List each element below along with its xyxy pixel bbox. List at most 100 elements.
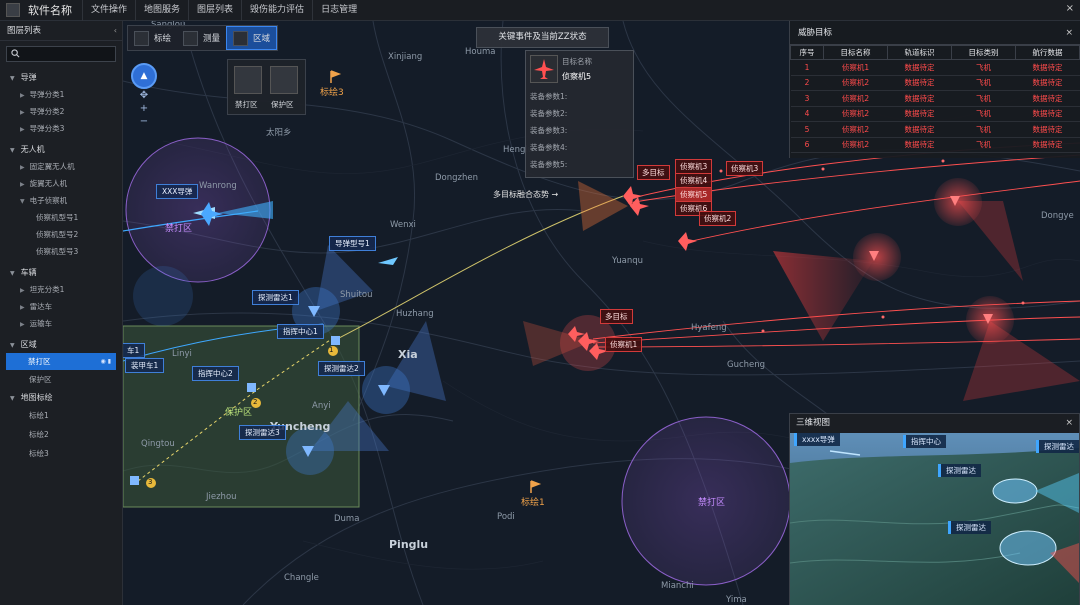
column-header[interactable]: 目标名称 — [823, 45, 888, 60]
group-zone[interactable]: ▼ 区域 — [0, 336, 122, 353]
group-uav[interactable]: ▼ 无人机 — [0, 141, 122, 158]
menu-damage-eval[interactable]: 毁伤能力评估 — [241, 0, 312, 21]
column-header[interactable]: 轨道标识 — [887, 45, 952, 60]
table-row[interactable]: 4 侦察机2 数据待定 飞机 数据待定 — [790, 106, 1080, 122]
tree-item[interactable]: 标绘2 — [0, 425, 122, 444]
pan-icon[interactable]: ✥ — [131, 89, 157, 102]
marker-3-label[interactable]: 标绘3 — [320, 85, 344, 98]
app-name: 软件名称 — [28, 4, 72, 17]
sidebar-title: 图层列表 — [7, 26, 42, 36]
recon-tag-selected[interactable]: 侦察机5 — [675, 187, 713, 202]
missile-tag[interactable]: XXX导弹 — [156, 184, 199, 199]
protect-zone-option[interactable] — [270, 66, 298, 94]
measure-tool-button[interactable]: 测量 — [177, 26, 226, 50]
compass-icon[interactable]: ▲ — [131, 63, 157, 89]
group-missile[interactable]: ▼ 导弹 — [0, 69, 122, 86]
close-icon[interactable]: × — [1065, 414, 1073, 432]
waypoint-number: 1 — [329, 346, 334, 354]
tree-item-protect[interactable]: 保护区 — [0, 370, 122, 389]
table-row[interactable]: 3 侦察机2 数据待定 飞机 数据待定 — [790, 90, 1080, 107]
close-icon[interactable]: × — [1065, 21, 1073, 45]
nofire-zone-option[interactable] — [234, 66, 262, 94]
tree-item[interactable]: ▼ 电子侦察机 — [0, 192, 122, 209]
layer-search-input[interactable] — [6, 46, 116, 62]
missile-tag[interactable]: 导弹型号1 — [329, 236, 376, 251]
place-name: Anyi — [312, 401, 331, 411]
column-header[interactable]: 序号 — [789, 45, 825, 60]
tree-item[interactable]: ▶ 坦克分类1 — [0, 281, 122, 298]
place-name: Qingtou — [141, 439, 175, 449]
visibility-delete-icons[interactable]: ◉ ▮ — [101, 353, 111, 370]
zoom-out-button[interactable]: − — [131, 115, 157, 128]
recon-tag[interactable]: 侦察机1 — [605, 337, 643, 352]
zoom-in-button[interactable]: + — [131, 102, 157, 115]
equipment-param: 装备参数3: — [530, 126, 568, 135]
table-row[interactable]: 2 侦察机2 数据待定 飞机 数据待定 — [790, 75, 1080, 91]
tree-item[interactable]: ▶ 运输车 — [0, 315, 122, 332]
column-header[interactable]: 目标类别 — [950, 45, 1016, 60]
command-tag[interactable]: 指挥中心1 — [277, 324, 324, 339]
menu-file[interactable]: 文件操作 — [82, 0, 135, 21]
radar-tag[interactable]: 探测雷达3 — [239, 425, 286, 440]
place-name: Huzhang — [396, 309, 434, 319]
tree-leaf[interactable]: 侦察机型号2 — [0, 226, 122, 243]
recon-tag[interactable]: 侦察机3 — [726, 161, 764, 176]
tree-item[interactable]: ▶ 导弹分类2 — [0, 103, 122, 120]
column-header[interactable]: 航行数据 — [1014, 45, 1080, 60]
vehicle-tag[interactable]: 车1 — [123, 343, 146, 358]
tree-leaf[interactable]: 侦察机型号3 — [0, 243, 122, 260]
tree-item[interactable]: ▶ 固定翼无人机 — [0, 158, 122, 175]
equipment-param: 装备参数5: — [530, 160, 568, 169]
tree-item[interactable]: 标绘1 — [0, 406, 122, 425]
radar-tag[interactable]: 探测雷达1 — [252, 290, 299, 305]
zone-tool-button[interactable]: 区域 — [226, 26, 278, 50]
place-name: Yima — [726, 595, 747, 605]
menu-log[interactable]: 日志管理 — [312, 0, 365, 21]
multi-target-fusion-label: 多目标融合态势 → — [493, 190, 559, 199]
vehicle-tag[interactable]: 装甲车1 — [125, 358, 165, 373]
tree-item[interactable]: ▶ 雷达车 — [0, 298, 122, 315]
recon-tag[interactable]: 侦察机3 — [675, 159, 713, 174]
radar-tag[interactable]: 探测雷达2 — [318, 361, 365, 376]
place-name: Jiezhou — [206, 492, 237, 502]
menu-map-service[interactable]: 地图服务 — [135, 0, 188, 21]
3d-label[interactable]: xxxx导弹 — [794, 433, 840, 446]
key-event-button[interactable]: 关键事件及当前ZZ状态 — [476, 27, 609, 48]
threat-panel-title: 威胁目标 — [798, 28, 833, 38]
layer-tree: ▼ 导弹 ▶ 导弹分类1 ▶ 导弹分类2 ▶ 导弹分类3 ▼ 无人机 ▶ 固定翼无人机 ▶ 旋… — [0, 67, 122, 463]
table-row[interactable]: 6 侦察机2 数据待定 飞机 数据待定 — [790, 137, 1080, 153]
zoom-control: ▲ ✥ + − — [131, 63, 159, 128]
plot-tool-button[interactable]: 标绘 — [128, 26, 177, 50]
tree-item[interactable]: 标绘3 — [0, 444, 122, 463]
caret-down-icon: ▼ — [10, 395, 15, 402]
tree-item[interactable]: ▶ 导弹分类1 — [0, 86, 122, 103]
collapse-icon[interactable]: ‹ — [114, 21, 117, 41]
group-marker[interactable]: ▼ 地图标绘 — [0, 389, 122, 406]
place-name: 太阳乡 — [266, 128, 292, 138]
threat-table: 序号 目标名称 轨道标识 目标类别 航行数据 1 侦察机1 数据待定 飞机 数据待定 2… — [789, 45, 1080, 153]
marker-1-label[interactable]: 标绘1 — [521, 495, 545, 508]
caret-right-icon: ▶ — [20, 164, 25, 171]
command-tag[interactable]: 指挥中心2 — [192, 366, 239, 381]
tree-item[interactable]: ▶ 导弹分类3 — [0, 120, 122, 137]
tree-leaf[interactable]: 侦察机型号1 — [0, 209, 122, 226]
group-vehicle[interactable]: ▼ 车辆 — [0, 264, 122, 281]
tree-item-nofire-selected[interactable]: 禁打区 ◉ ▮ — [6, 353, 116, 370]
table-row[interactable]: 1 侦察机1 数据待定 飞机 数据待定 — [790, 59, 1080, 76]
3d-label[interactable]: 探测雷达 — [938, 464, 981, 477]
3d-scene[interactable]: xxxx导弹 指挥中心 探测雷达 探测雷达 探测雷达 — [790, 433, 1079, 605]
3d-label[interactable]: 指挥中心 — [903, 435, 946, 448]
menu-layer-list[interactable]: 图层列表 — [188, 0, 241, 21]
place-name: Dongzhen — [435, 173, 478, 183]
multi-target-tag[interactable]: 多目标 — [600, 309, 633, 324]
recon-tag[interactable]: 侦察机4 — [675, 173, 713, 188]
place-name: Podi — [497, 512, 515, 522]
3d-label[interactable]: 探测雷达 — [1036, 440, 1079, 453]
window-close-icon[interactable]: × — [1066, 3, 1074, 14]
tree-item[interactable]: ▶ 旋翼无人机 — [0, 175, 122, 192]
multi-target-tag[interactable]: 多目标 — [637, 165, 670, 180]
table-row[interactable]: 5 侦察机2 数据待定 飞机 数据待定 — [790, 121, 1080, 138]
caret-right-icon: ▶ — [20, 321, 25, 328]
3d-label[interactable]: 探测雷达 — [948, 521, 991, 534]
recon-tag[interactable]: 侦察机2 — [699, 211, 737, 226]
